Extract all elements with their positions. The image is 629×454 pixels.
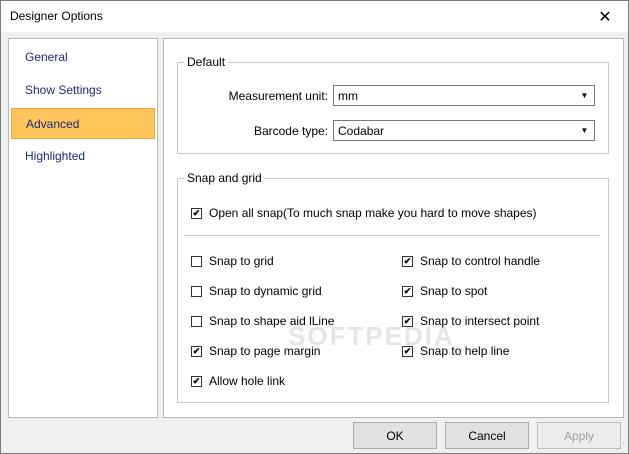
check-icon (191, 345, 202, 357)
measurement-unit-value: mm (338, 89, 358, 103)
snap-to-intersect-point-label: Snap to intersect point (420, 314, 540, 328)
snap-to-page-margin-label: Snap to page margin (209, 344, 321, 358)
snap-to-shape-aid-line-label: Snap to shape aid lLine (209, 314, 335, 328)
measurement-unit-label: Measurement unit: (228, 89, 328, 103)
title-bar: Designer Options ✕ (1, 1, 628, 32)
snap-to-help-line-checkbox[interactable]: Snap to help line (402, 344, 509, 358)
window-title: Designer Options (10, 9, 103, 23)
snap-to-spot-checkbox[interactable]: Snap to spot (402, 284, 487, 298)
sidebar-item-highlighted[interactable]: Highlighted (11, 141, 155, 172)
snap-to-help-line-label: Snap to help line (420, 344, 510, 358)
options-content-panel: Default Measurement unit: mm ▼ Barcode t… (163, 38, 624, 418)
check-icon (191, 375, 202, 387)
close-button[interactable]: ✕ (582, 1, 628, 32)
sidebar-item-advanced[interactable]: Advanced (11, 108, 155, 139)
check-icon (402, 285, 413, 297)
checkbox-box (191, 255, 202, 267)
snap-to-dynamic-grid-label: Snap to dynamic grid (209, 284, 322, 298)
sidebar-item-general[interactable]: General (11, 42, 155, 73)
chevron-down-icon: ▼ (580, 91, 589, 100)
snap-to-shape-aid-line-checkbox[interactable]: Snap to shape aid lLine (191, 314, 334, 328)
snap-to-control-handle-label: Snap to control handle (420, 254, 541, 268)
resize-grip-icon[interactable]: ⋰ (616, 441, 626, 451)
sidebar-item-show-settings[interactable]: Show Settings (11, 75, 155, 106)
check-icon (402, 255, 413, 267)
open-all-snap-label: Open all snap(To much snap make you hard… (209, 206, 537, 220)
barcode-type-label: Barcode type: (253, 124, 328, 138)
snap-to-control-handle-checkbox[interactable]: Snap to control handle (402, 254, 540, 268)
designer-options-dialog: Designer Options ✕ General Show Settings… (0, 0, 629, 454)
snap-to-page-margin-checkbox[interactable]: Snap to page margin (191, 344, 320, 358)
default-group: Default Measurement unit: mm ▼ Barcode t… (177, 55, 609, 154)
measurement-unit-select[interactable]: mm ▼ (333, 85, 595, 106)
checkbox-box (191, 285, 202, 297)
check-icon (402, 345, 413, 357)
open-all-snap-checkbox[interactable]: Open all snap(To much snap make you hard… (191, 206, 537, 220)
close-icon: ✕ (598, 8, 612, 26)
snap-to-spot-label: Snap to spot (420, 284, 488, 298)
check-icon (191, 207, 202, 219)
snap-to-dynamic-grid-checkbox[interactable]: Snap to dynamic grid (191, 284, 322, 298)
barcode-type-select[interactable]: Codabar ▼ (333, 120, 595, 141)
barcode-type-value: Codabar (338, 124, 385, 138)
default-group-legend: Default (184, 55, 229, 69)
allow-hole-link-label: Allow hole link (209, 374, 286, 388)
ok-button[interactable]: OK (353, 422, 437, 449)
apply-button[interactable]: Apply (537, 422, 621, 449)
options-sidebar: General Show Settings Advanced Highlight… (8, 38, 158, 418)
snap-separator (184, 235, 600, 236)
snap-to-intersect-point-checkbox[interactable]: Snap to intersect point (402, 314, 539, 328)
chevron-down-icon: ▼ (580, 126, 589, 135)
snap-to-grid-label: Snap to grid (209, 254, 274, 268)
snap-to-grid-checkbox[interactable]: Snap to grid (191, 254, 274, 268)
checkbox-box (191, 315, 202, 327)
snap-grid-group-legend: Snap and grid (184, 171, 265, 185)
cancel-button[interactable]: Cancel (445, 422, 529, 449)
snap-grid-group: Snap and grid SOFTPEDIA Open all snap(To… (177, 171, 609, 403)
allow-hole-link-checkbox[interactable]: Allow hole link (191, 374, 285, 388)
check-icon (402, 315, 413, 327)
